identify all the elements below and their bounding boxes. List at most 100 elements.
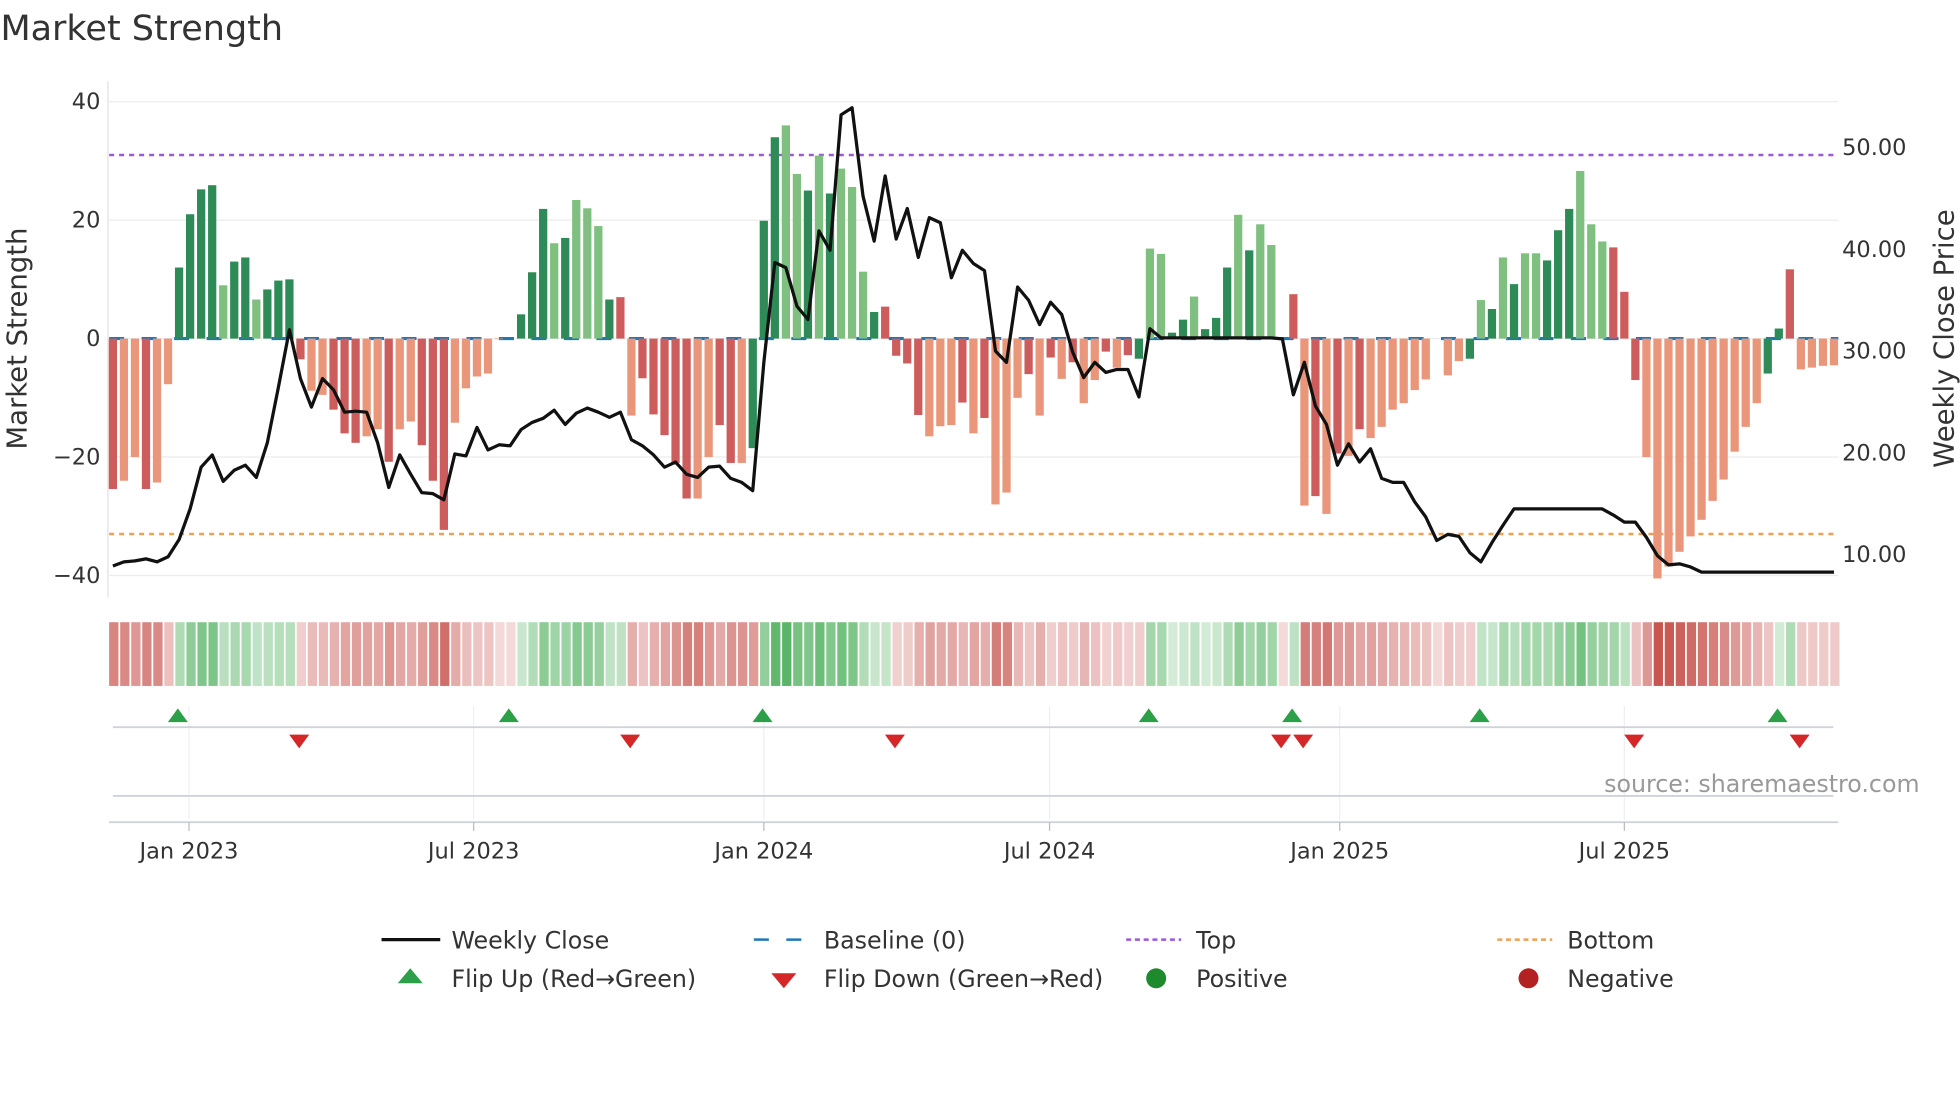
strip-cell: [1333, 622, 1344, 686]
y2-axis-ticks: 50.00 40.00 30.00 20.00 10.00: [1842, 135, 1906, 568]
y-axis-ticks: 40 20 0 −20 −40: [53, 89, 100, 589]
flip-down-marker: [1293, 734, 1314, 749]
strength-bar: [1035, 338, 1044, 416]
strength-bar: [1609, 247, 1618, 339]
strip-cell: [914, 622, 924, 686]
strength-bar: [1333, 338, 1342, 454]
flip-up-marker: [498, 708, 519, 723]
strength-bar: [1542, 260, 1552, 339]
strip-cell: [1322, 622, 1333, 686]
strength-bar: [1587, 224, 1596, 339]
strip-cell: [1488, 622, 1498, 686]
strength-bar: [627, 338, 636, 416]
strength-bar: [1697, 338, 1706, 520]
flip-up-marker: [1767, 708, 1788, 723]
strip-cell: [1598, 622, 1608, 686]
y-tick-label: 20: [72, 208, 101, 234]
strip-cell: [142, 622, 152, 686]
strength-bar: [1741, 338, 1750, 427]
source-credit: source: sharemaestro.com: [1604, 770, 1919, 798]
strip-cell: [881, 622, 891, 686]
strength-bar: [539, 208, 548, 339]
strip-cell: [804, 622, 814, 686]
strength-bar: [770, 137, 779, 339]
strength-bar: [1653, 338, 1662, 579]
y2-tick-label: 50.00: [1842, 135, 1906, 161]
strength-bar: [605, 299, 614, 339]
strength-bar: [715, 338, 724, 426]
strip-cell: [296, 622, 306, 686]
strip-cell: [1024, 622, 1035, 686]
strip-cell: [1455, 622, 1465, 686]
strength-bar: [516, 314, 526, 339]
strength-bar: [737, 338, 746, 463]
strength-bar: [748, 338, 757, 449]
strip-cell: [1344, 622, 1355, 686]
strength-bar: [726, 338, 735, 463]
strength-bar: [1708, 338, 1717, 501]
strength-bar: [483, 338, 493, 374]
strip-cell: [1543, 622, 1553, 686]
strip-cell: [572, 622, 582, 686]
strip-cell: [1609, 622, 1619, 686]
strip-cell: [1642, 622, 1652, 686]
strength-bar: [1090, 338, 1099, 381]
strip-cell: [1730, 622, 1741, 686]
strength-bar: [340, 338, 349, 434]
strength-bar: [252, 299, 261, 339]
strip-cell: [1245, 622, 1255, 686]
strip-cell: [1223, 622, 1233, 686]
y2-tick-label: 10.00: [1842, 542, 1906, 568]
strength-bar: [1752, 338, 1761, 404]
y2-axis-label: Weekly Close Price: [1928, 209, 1960, 467]
legend-circle-icon: [1146, 968, 1167, 989]
strength-bar: [1686, 338, 1695, 537]
strip-cell: [1499, 622, 1509, 686]
flip-up-marker: [1282, 708, 1303, 723]
strip-cell: [1422, 622, 1432, 686]
strength-bar: [307, 338, 316, 391]
strength-bar: [638, 338, 647, 379]
strength-heat-strip: [109, 622, 1840, 686]
strength-bar: [219, 285, 228, 339]
strength-bar: [947, 338, 956, 426]
strip-cell: [726, 622, 737, 686]
strength-bar: [781, 125, 790, 339]
strip-cell: [506, 622, 516, 686]
strength-bar: [1443, 338, 1452, 376]
strip-cell: [1477, 622, 1487, 686]
strip-cell: [429, 622, 439, 686]
strip-cell: [1521, 622, 1531, 686]
strip-cell: [1091, 622, 1101, 686]
legend-label: Negative: [1567, 965, 1673, 993]
y-tick-label: 40: [72, 89, 101, 115]
strength-bar: [1664, 338, 1673, 567]
strip-cell: [1355, 622, 1366, 686]
strength-bar: [1554, 230, 1563, 339]
strip-cell: [1510, 622, 1520, 686]
strength-bar: [1399, 338, 1408, 404]
strip-cell: [782, 622, 792, 686]
strip-cell: [307, 622, 318, 686]
strip-cell: [1664, 622, 1675, 686]
strip-cell: [1168, 622, 1178, 686]
strip-cell: [848, 622, 858, 686]
strip-cell: [1278, 622, 1288, 686]
strip-cell: [991, 622, 1002, 686]
strip-cell: [704, 622, 715, 686]
flip-markers-panel: [109, 705, 1839, 824]
strength-bar: [1189, 296, 1199, 339]
strip-cell: [947, 622, 957, 686]
strip-cell: [197, 622, 207, 686]
y2-tick-label: 30.00: [1842, 339, 1906, 365]
strength-bar: [296, 338, 305, 360]
strength-bar: [671, 338, 680, 463]
strength-bar: [1796, 338, 1805, 370]
strip-cell: [373, 622, 384, 686]
strip-cell: [793, 622, 803, 686]
strip-cell: [274, 622, 284, 686]
strength-bar: [1642, 338, 1651, 458]
legend: Weekly Close Baseline (0) Top Bottom Flip Up…: [381, 926, 1674, 993]
strength-bar: [1719, 338, 1728, 480]
strip-cell: [517, 622, 527, 686]
